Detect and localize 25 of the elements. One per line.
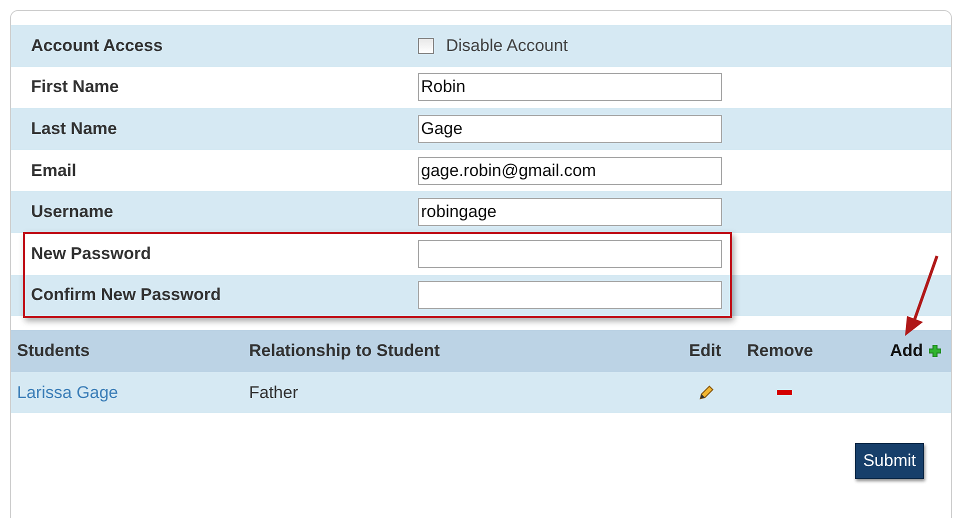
- text-field[interactable]: Gage: [418, 114, 722, 143]
- field-label: Last Name: [30, 118, 117, 139]
- text-field[interactable]: Robin: [418, 73, 722, 102]
- table-cell: Father: [249, 382, 298, 403]
- field-label: First Name: [30, 77, 119, 98]
- field-label: Account Access: [30, 36, 163, 56]
- submit-button[interactable]: Submit: [855, 443, 924, 480]
- text-field[interactable]: gage.robin@gmail.com: [418, 156, 722, 185]
- field-label: New Password: [30, 244, 151, 264]
- checkbox[interactable]: [418, 38, 434, 54]
- column-header: Students: [17, 340, 90, 361]
- minus-icon[interactable]: [777, 390, 792, 396]
- text-field[interactable]: robingage: [418, 198, 722, 226]
- column-header: Edit: [689, 340, 722, 361]
- column-header: Relationship to Student: [249, 340, 440, 361]
- column-header: Remove: [747, 340, 814, 361]
- password-field[interactable]: [418, 281, 722, 310]
- field-label: Username: [30, 202, 114, 222]
- pencil-icon[interactable]: [697, 384, 715, 402]
- column-header: Add: [890, 340, 923, 361]
- field-label: Confirm New Password: [30, 285, 221, 306]
- field-label: Email: [30, 160, 76, 181]
- checkbox-label[interactable]: Disable Account: [446, 36, 568, 56]
- password-field[interactable]: [418, 240, 722, 268]
- plus-icon[interactable]: [929, 344, 941, 357]
